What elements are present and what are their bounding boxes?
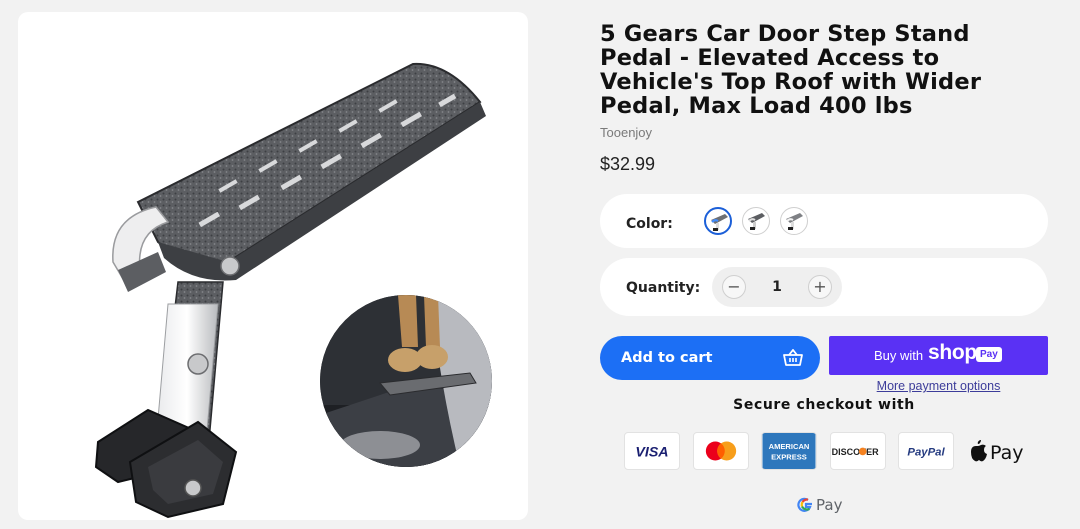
swatch-thumbnail-icon	[711, 214, 728, 231]
shop-pay-badge: Pay	[976, 347, 1002, 362]
google-pay-text: Pay	[816, 496, 843, 514]
product-title-line: Vehicle's Top Roof with Wider	[600, 69, 982, 95]
apple-pay-text: Pay	[990, 442, 1024, 464]
discover-icon: DISCOVER	[830, 432, 886, 470]
american-express-icon: AMERICAN EXPRESS	[761, 432, 817, 470]
usage-photo-inset	[320, 295, 492, 467]
car-interior-photo	[320, 295, 492, 467]
visa-icon: VISA	[624, 432, 680, 470]
product-title-line: Pedal, Max Load 400 lbs	[600, 93, 913, 119]
buy-with-label: Buy with	[874, 348, 924, 363]
buy-with-shop-pay-button[interactable]: Buy with shop Pay	[829, 336, 1048, 375]
increase-quantity-button[interactable]: +	[808, 275, 832, 299]
google-pay-icon: Pay	[797, 496, 843, 514]
paypal-logo-text: PayPal	[907, 447, 945, 459]
basket-icon	[783, 349, 803, 366]
discover-logo-text: DISCOVER	[832, 447, 880, 457]
color-label: Color:	[626, 216, 673, 232]
swatch-thumbnail-icon	[786, 213, 803, 230]
swatch-thumbnail-icon	[748, 213, 765, 230]
color-swatch-blue[interactable]	[704, 207, 732, 235]
product-image-card[interactable]	[18, 12, 528, 520]
product-title-line: 5 Gears Car Door Step Stand	[600, 21, 970, 47]
apple-pay-icon: Pay	[971, 440, 1024, 464]
visa-logo-text: VISA	[635, 445, 668, 461]
secure-checkout-heading: Secure checkout with	[733, 397, 915, 413]
add-to-cart-button[interactable]: Add to cart	[600, 336, 820, 380]
more-payment-options-link[interactable]: More payment options	[829, 379, 1048, 393]
add-to-cart-label: Add to cart	[621, 350, 713, 366]
product-title-line: Pedal - Elevated Access to	[600, 45, 940, 71]
paypal-icon: PayPal	[898, 432, 954, 470]
color-swatch-gray[interactable]	[742, 207, 770, 235]
amex-line-1: AMERICAN	[769, 442, 810, 451]
quantity-stepper: − 1 +	[712, 267, 842, 307]
product-title: 5 Gears Car Door Step Stand Pedal - Elev…	[600, 22, 1060, 118]
color-selector: Color:	[600, 194, 1048, 248]
color-swatch-silver[interactable]	[780, 207, 808, 235]
quantity-selector: Quantity: − 1 +	[600, 258, 1048, 316]
shop-logo-text: shop	[928, 341, 977, 364]
quantity-label: Quantity:	[626, 280, 701, 296]
mastercard-icon	[693, 432, 749, 470]
product-vendor[interactable]: Tooenjoy	[600, 125, 652, 140]
decrease-quantity-button[interactable]: −	[722, 275, 746, 299]
quantity-input[interactable]: 1	[762, 279, 792, 295]
amex-line-2: EXPRESS	[771, 453, 807, 462]
product-price: $32.99	[600, 154, 656, 174]
